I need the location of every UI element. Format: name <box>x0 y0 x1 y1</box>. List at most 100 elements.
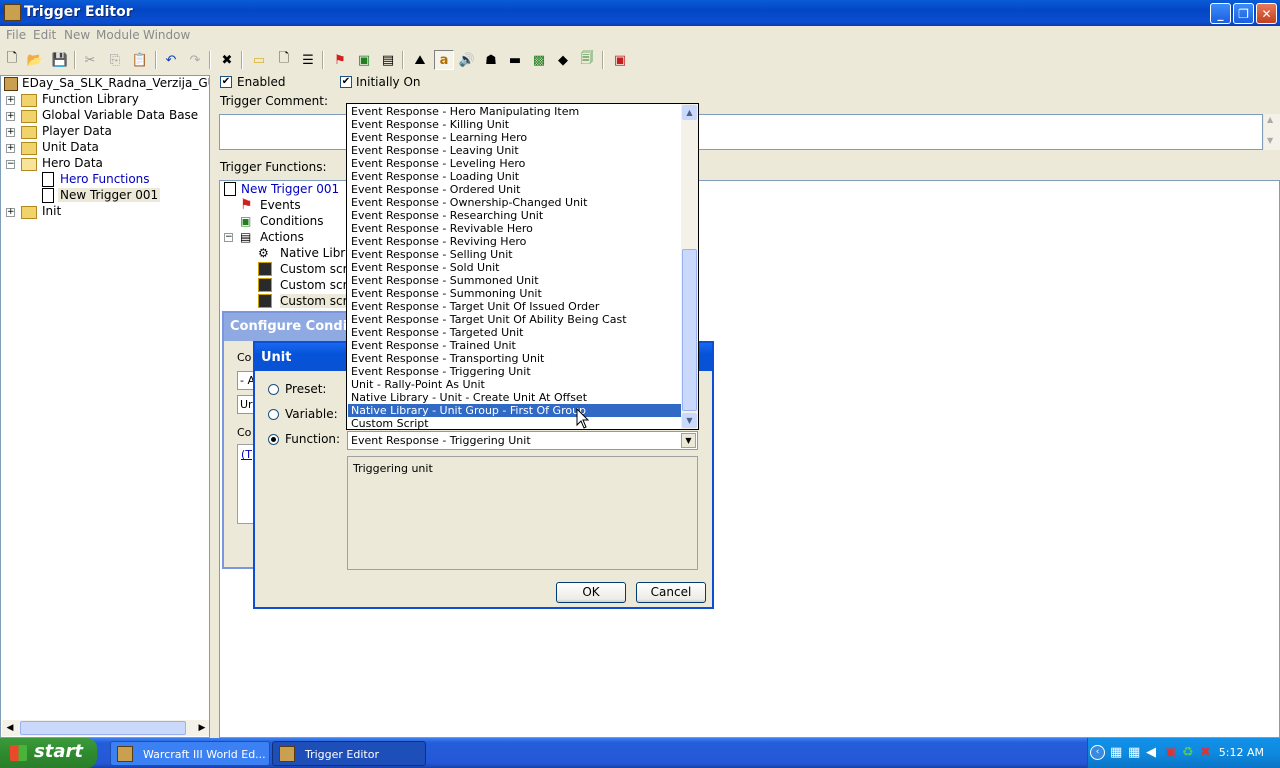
save-icon[interactable]: 💾 <box>50 50 70 70</box>
collapse-icon[interactable]: − <box>6 160 15 169</box>
dropdown-option[interactable]: Event Response - Killing Unit <box>348 118 682 131</box>
terrain-editor-icon[interactable]: ⛰ <box>410 50 430 70</box>
tree-item-global-variable-data-base[interactable]: + Global Variable Data Base <box>1 108 209 124</box>
function-select[interactable]: Event Response - Triggering Unit ▼ <box>347 431 698 450</box>
preset-radio[interactable] <box>268 384 279 395</box>
initially-on-checkbox[interactable]: ✔ <box>340 76 352 88</box>
tree-item-new-trigger-001[interactable]: New Trigger 001 <box>1 188 209 204</box>
dropdown-option[interactable]: Native Library - Unit Group - First Of G… <box>348 404 682 417</box>
minimize-button[interactable]: _ <box>1210 3 1231 24</box>
dropdown-option[interactable]: Event Response - Hero Manipulating Item <box>348 105 682 118</box>
expand-icon[interactable]: + <box>6 144 15 153</box>
new-event-icon[interactable]: ⚑ <box>330 50 350 70</box>
scroll-down-icon[interactable]: ▼ <box>1267 136 1273 145</box>
scroll-right-icon[interactable]: ▶ <box>194 720 209 736</box>
close-button[interactable]: ✕ <box>1256 3 1277 24</box>
trigger-tree[interactable]: EDay_Sa_SLK_Radna_Verzija_GUI.w3 + Funct… <box>0 75 210 738</box>
network-icon[interactable]: ▦ <box>1128 745 1140 760</box>
cut-icon[interactable]: ✂ <box>80 50 100 70</box>
menu-new[interactable]: New <box>64 28 90 42</box>
dropdown-option[interactable]: Event Response - Sold Unit <box>348 261 682 274</box>
dropdown-option[interactable]: Event Response - Targeted Unit <box>348 326 682 339</box>
new-condition-icon[interactable]: ▣ <box>354 50 374 70</box>
scroll-up-icon[interactable]: ▲ <box>1267 115 1273 124</box>
collapse-icon[interactable]: − <box>224 233 233 242</box>
tree-item-player-data[interactable]: + Player Data <box>1 124 209 140</box>
scroll-thumb[interactable] <box>682 249 697 411</box>
import-manager-icon[interactable]: 🗐 <box>577 50 597 70</box>
tree-item-function-library[interactable]: + Function Library <box>1 92 209 108</box>
tree-horizontal-scrollbar[interactable]: ◀ ▶ <box>2 720 209 736</box>
dropdown-option[interactable]: Custom Script <box>348 417 682 429</box>
dropdown-option[interactable]: Event Response - Transporting Unit <box>348 352 682 365</box>
dropdown-option[interactable]: Event Response - Summoned Unit <box>348 274 682 287</box>
dropdown-option[interactable]: Unit - Rally-Point As Unit <box>348 378 682 391</box>
sound-editor-icon[interactable]: 🔊 <box>457 50 477 70</box>
taskbar-world-editor[interactable]: Warcraft III World Ed... <box>110 741 270 766</box>
expand-icon[interactable]: + <box>6 128 15 137</box>
dropdown-option[interactable]: Event Response - Ownership-Changed Unit <box>348 196 682 209</box>
copy-icon[interactable]: ⎘ <box>105 50 125 70</box>
scroll-down-icon[interactable]: ▼ <box>682 413 697 428</box>
function-radio[interactable] <box>268 434 279 445</box>
object-manager-icon[interactable]: ◆ <box>553 50 573 70</box>
dropdown-option[interactable]: Event Response - Target Unit Of Ability … <box>348 313 682 326</box>
undo-icon[interactable]: ↶ <box>161 50 181 70</box>
scroll-left-icon[interactable]: ◀ <box>2 720 18 736</box>
new-category-icon[interactable]: ▭ <box>249 50 269 70</box>
expand-icon[interactable]: + <box>6 96 15 105</box>
object-editor-icon[interactable]: ☗ <box>481 50 501 70</box>
dropdown-option[interactable]: Event Response - Leveling Hero <box>348 157 682 170</box>
new-action-icon[interactable]: ▤ <box>378 50 398 70</box>
dropdown-option[interactable]: Event Response - Selling Unit <box>348 248 682 261</box>
scroll-thumb[interactable] <box>20 721 186 735</box>
new-trigger-icon[interactable]: 🗋 <box>274 50 294 70</box>
test-map-icon[interactable]: ▣ <box>610 50 630 70</box>
tree-item-unit-data[interactable]: + Unit Data <box>1 140 209 156</box>
volume-icon[interactable]: ◀ <box>1146 745 1156 760</box>
network-icon[interactable]: ▦ <box>1110 745 1122 760</box>
dropdown-option[interactable]: Event Response - Learning Hero <box>348 131 682 144</box>
expand-icon[interactable]: + <box>6 112 15 121</box>
new-comment-icon[interactable]: ☰ <box>298 50 318 70</box>
taskbar-trigger-editor[interactable]: Trigger Editor <box>272 741 426 766</box>
app-tray-icon[interactable]: ♻ <box>1182 745 1194 760</box>
variable-radio[interactable] <box>268 409 279 420</box>
comment-scrollbar[interactable]: ▲ ▼ <box>1264 114 1280 150</box>
restore-button[interactable]: ❐ <box>1233 3 1254 24</box>
dropdown-option[interactable]: Event Response - Leaving Unit <box>348 144 682 157</box>
paste-icon[interactable]: 📋 <box>130 50 150 70</box>
new-icon[interactable]: 🗋 <box>2 50 22 70</box>
ai-editor-icon[interactable]: ▩ <box>529 50 549 70</box>
trigger-editor-icon[interactable]: a <box>434 50 454 70</box>
menu-module[interactable]: Module <box>96 28 140 42</box>
expand-icon[interactable]: + <box>6 208 15 217</box>
dropdown-option[interactable]: Event Response - Loading Unit <box>348 170 682 183</box>
dropdown-option[interactable]: Event Response - Revivable Hero <box>348 222 682 235</box>
menu-window[interactable]: Window <box>143 28 190 42</box>
dropdown-option[interactable]: Native Library - Unit - Create Unit At O… <box>348 391 682 404</box>
campaign-editor-icon[interactable]: ▬ <box>505 50 525 70</box>
ok-button[interactable]: OK <box>556 582 626 603</box>
dropdown-option[interactable]: Event Response - Ordered Unit <box>348 183 682 196</box>
tree-item-hero-functions[interactable]: Hero Functions <box>1 172 209 188</box>
security-icon[interactable]: ▣ <box>1164 745 1176 760</box>
enabled-checkbox[interactable]: ✔ <box>220 76 232 88</box>
redo-icon[interactable]: ↷ <box>185 50 205 70</box>
open-icon[interactable]: 📂 <box>25 50 45 70</box>
dropdown-option[interactable]: Event Response - Trained Unit <box>348 339 682 352</box>
menu-file[interactable]: File <box>6 28 26 42</box>
dropdown-scrollbar[interactable]: ▲ ▼ <box>681 104 698 429</box>
dropdown-option[interactable]: Event Response - Summoning Unit <box>348 287 682 300</box>
tree-item-hero-data[interactable]: − Hero Data <box>1 156 209 172</box>
chevron-down-icon[interactable]: ▼ <box>681 433 696 448</box>
scroll-up-icon[interactable]: ▲ <box>682 105 697 120</box>
dropdown-option[interactable]: Event Response - Triggering Unit <box>348 365 682 378</box>
menu-edit[interactable]: Edit <box>33 28 56 42</box>
tree-item-init[interactable]: + Init <box>1 204 209 220</box>
dropdown-option[interactable]: Event Response - Reviving Hero <box>348 235 682 248</box>
warning-icon[interactable]: ✖ <box>1200 745 1211 760</box>
cancel-button[interactable]: Cancel <box>636 582 706 603</box>
function-dropdown-list[interactable]: Event Response - Hero Manipulating Item E… <box>346 103 699 430</box>
dropdown-option[interactable]: Event Response - Researching Unit <box>348 209 682 222</box>
